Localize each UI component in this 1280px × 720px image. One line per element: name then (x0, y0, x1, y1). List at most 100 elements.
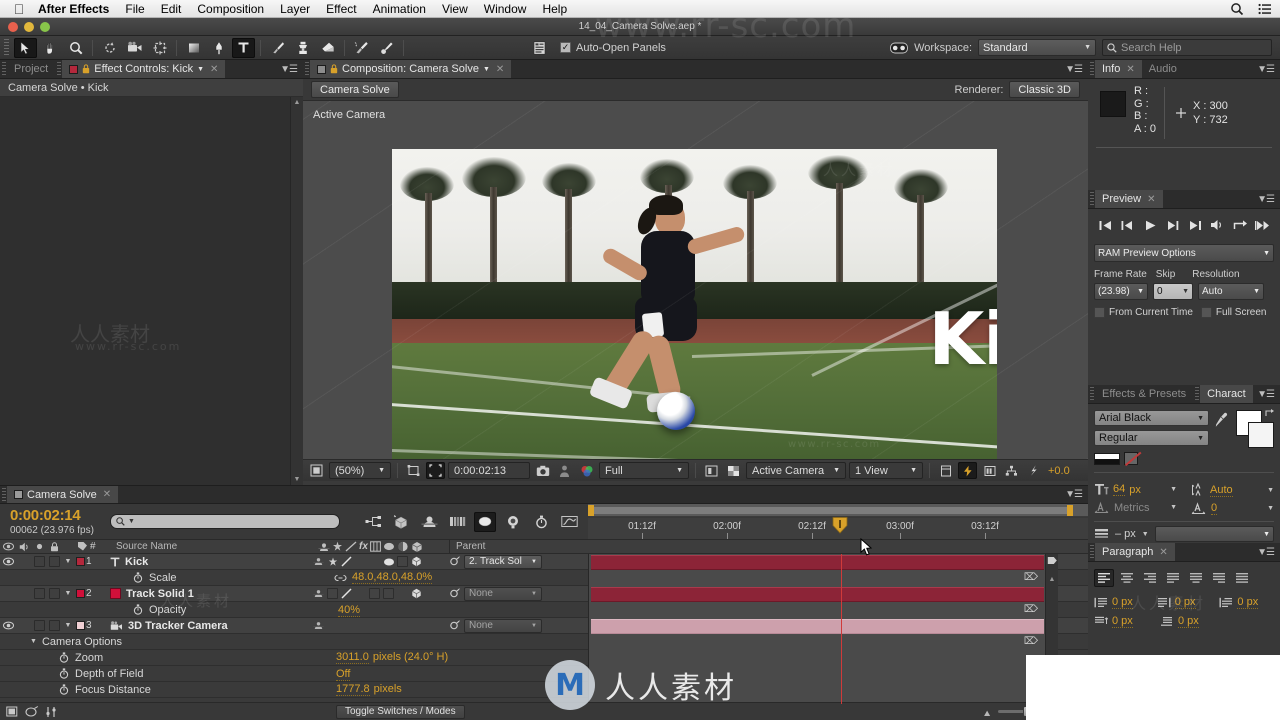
justify-last-left-button[interactable] (1163, 569, 1183, 587)
close-tab-icon[interactable]: ✕ (496, 64, 504, 75)
collapse-transforms-switch[interactable] (326, 555, 339, 568)
stroke-width-value[interactable]: – px (1115, 528, 1136, 540)
roto-brush-tool[interactable] (350, 38, 373, 58)
stroke-type-dropdown[interactable]: ▼ (1154, 526, 1274, 542)
work-area-bar[interactable] (588, 504, 1088, 517)
stroke-color-swatch[interactable] (1248, 422, 1274, 448)
justify-last-right-button[interactable] (1209, 569, 1229, 587)
menu-file[interactable]: File (117, 0, 152, 18)
tab-composition[interactable]: Composition: Camera Solve ▼ ✕ (310, 60, 512, 78)
font-style-dropdown[interactable]: Regular ▼ (1094, 430, 1209, 446)
layer-switches-icon[interactable] (25, 705, 39, 718)
space-after-value[interactable]: 0 px (1178, 615, 1199, 628)
panel-grip-2[interactable] (55, 60, 63, 78)
pick-whip-icon[interactable] (449, 620, 460, 631)
layer-parent-dropdown[interactable]: None ▼ (464, 586, 542, 601)
shy-switch[interactable] (312, 587, 325, 600)
adjustment-switch[interactable] (396, 555, 409, 568)
layer-duration-bar[interactable] (591, 619, 1044, 634)
keyframe-navigator-icon[interactable]: ⌦ (1024, 604, 1038, 615)
chevron-down-icon[interactable]: ▼ (128, 518, 135, 525)
space-after-field[interactable]: 0 px (1160, 615, 1216, 628)
frame-blending-switch[interactable] (368, 555, 381, 568)
layer-lock-toggle[interactable] (46, 618, 62, 633)
toggle-mask-paths-icon[interactable] (702, 462, 721, 479)
character-panel-menu-button[interactable]: ▼☰ (1257, 385, 1280, 403)
layer-audio-toggle[interactable] (17, 586, 32, 601)
layer-expand-twirl[interactable]: ▼ (62, 554, 74, 569)
property-value[interactable]: 40% (338, 603, 361, 617)
frame-blending-switch[interactable] (368, 587, 381, 600)
layer-solo-toggle[interactable] (32, 554, 46, 569)
full-screen-checkbox[interactable] (1200, 307, 1212, 318)
menu-view[interactable]: View (434, 0, 476, 18)
layer-solo-toggle[interactable] (32, 618, 46, 633)
composition-viewer[interactable]: Active Camera Ki (303, 101, 1088, 459)
zoom-tool[interactable] (64, 38, 87, 58)
draft-3d-button[interactable] (390, 512, 412, 532)
viewer-timecode[interactable]: 0:00:02:13 (448, 462, 530, 479)
puppet-pin-tool[interactable] (375, 38, 398, 58)
layer-name-cell[interactable]: Kick (104, 556, 312, 568)
current-timecode[interactable]: 0:00:02:14 (10, 507, 110, 524)
pick-whip-icon[interactable] (449, 556, 460, 567)
comp-flowchart-icon[interactable] (1002, 462, 1021, 479)
new-comp-icon[interactable] (6, 706, 19, 718)
layer-name-cell[interactable]: Track Solid 1 (104, 588, 312, 600)
clone-stamp-tool[interactable] (291, 38, 314, 58)
indent-right-value[interactable]: 0 px (1174, 596, 1196, 609)
rotation-tool[interactable] (98, 38, 121, 58)
show-snapshot-icon[interactable] (555, 462, 574, 479)
indent-right-field[interactable]: 0 px (1157, 596, 1210, 609)
loop-button[interactable] (1254, 216, 1272, 234)
close-tab-icon[interactable]: ✕ (210, 64, 218, 75)
layer-audio-toggle[interactable] (17, 554, 32, 569)
auto-open-checkbox[interactable]: ✓ (560, 42, 571, 53)
layer-switches[interactable] (312, 619, 445, 632)
indent-first-line-value[interactable]: 0 px (1237, 596, 1259, 609)
property-row-zoom[interactable]: Zoom (0, 650, 103, 665)
workspace-dropdown[interactable]: Standard ▼ (978, 39, 1096, 56)
timeline-panel-menu-button[interactable]: ▼☰ (1065, 486, 1088, 503)
layer-parent-cell[interactable]: 2. Track Sol ▼ (445, 554, 565, 569)
type-tool[interactable] (232, 37, 255, 58)
current-time-indicator[interactable] (832, 517, 848, 534)
layer-solo-toggle[interactable] (32, 586, 46, 601)
brainstorm-button[interactable] (502, 512, 524, 532)
effect-controls-scrollbar[interactable]: ▲ ▼ (290, 97, 303, 485)
camera-tool[interactable] (123, 38, 146, 58)
preview-panel-menu-button[interactable]: ▼☰ (1257, 190, 1280, 208)
timeline-graph-area[interactable]: ⌦ ⌦ ⌦ ▲ (588, 554, 1058, 704)
region-of-interest-icon[interactable] (404, 462, 423, 479)
graph-editor-button[interactable] (558, 512, 580, 532)
auto-keyframe-button[interactable] (530, 512, 552, 532)
last-frame-button[interactable] (1186, 216, 1204, 234)
exposure-value[interactable]: +0.0 (1048, 465, 1070, 477)
spotlight-search-icon[interactable] (1230, 2, 1244, 16)
eyedropper-icon[interactable] (1215, 412, 1228, 428)
quality-switch[interactable] (340, 555, 353, 568)
layer-expand-twirl[interactable]: ▼ (62, 586, 74, 601)
menu-animation[interactable]: Animation (365, 0, 434, 18)
tab-effect-controls[interactable]: Effect Controls: Kick ▼ ✕ (62, 60, 226, 78)
effects-switch[interactable] (354, 587, 367, 600)
comp-panel-grip[interactable] (303, 60, 310, 78)
lock-icon[interactable] (82, 64, 90, 74)
leading-value[interactable]: Auto (1210, 484, 1233, 497)
kerning-value[interactable]: Metrics (1114, 502, 1149, 514)
graph-editor-toggle-icon[interactable] (45, 706, 57, 718)
layer-name-cell[interactable]: 3D Tracker Camera (104, 620, 312, 632)
menu-after-effects[interactable]: After Effects (30, 0, 117, 18)
property-row-scale[interactable]: Scale (88, 570, 177, 585)
renderer-button[interactable]: Classic 3D (1009, 81, 1080, 98)
timeline-panel-grip[interactable] (0, 486, 7, 503)
menu-window[interactable]: Window (476, 0, 535, 18)
layer-parent-dropdown[interactable]: 2. Track Sol ▼ (464, 554, 542, 569)
chevron-down-icon[interactable]: ▼ (1267, 505, 1274, 512)
none-swatch[interactable] (1124, 451, 1142, 466)
previous-frame-button[interactable] (1119, 216, 1137, 234)
layer-parent-cell[interactable]: None ▼ (445, 586, 565, 601)
menu-edit[interactable]: Edit (153, 0, 190, 18)
justify-all-button[interactable] (1232, 569, 1252, 587)
current-time-display[interactable]: 0:00:02:14 00062 (23.976 fps) (0, 507, 110, 536)
